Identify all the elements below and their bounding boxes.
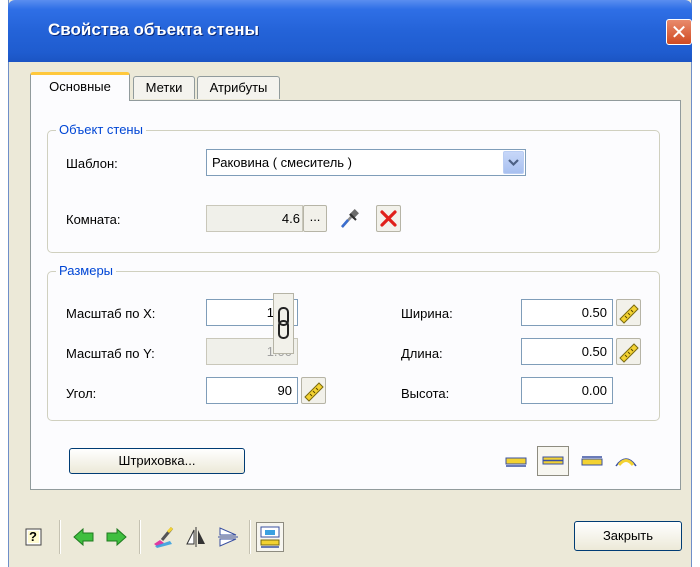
ruler-icon (619, 304, 639, 324)
eyedropper-icon (341, 209, 359, 228)
template-label: Шаблон: (66, 156, 118, 171)
mirror-horizontal-icon (186, 527, 205, 547)
help-glyph: ? (29, 529, 37, 544)
angle-value: 90 (277, 383, 292, 398)
scale-y-label: Масштаб по Y: (66, 346, 155, 361)
title-bar[interactable]: Свойства объекта стены ✕ (8, 0, 692, 62)
chevron-down-icon (508, 159, 519, 167)
room-browse-button[interactable]: ... (303, 205, 327, 232)
mirror-horizontal-button[interactable] (182, 522, 210, 552)
angle-field[interactable]: 90 (206, 377, 298, 404)
width-value: 0.50 (581, 305, 607, 320)
tab-panel: Объект стены Шаблон: Раковина ( смесител… (30, 100, 681, 490)
brush-icon (154, 526, 174, 548)
close-window-button[interactable]: ✕ (666, 19, 692, 45)
previous-button[interactable] (70, 522, 98, 552)
dropdown-button[interactable] (503, 151, 524, 174)
tab-attributes[interactable]: Атрибуты (197, 76, 280, 99)
tab-main[interactable]: Основные (30, 72, 130, 101)
close-icon: ✕ (670, 20, 688, 44)
height-label: Высота: (401, 386, 450, 401)
red-x-icon (380, 210, 397, 227)
template-select[interactable]: Раковина ( смеситель ) (206, 149, 526, 176)
mirror-vertical-icon (218, 527, 238, 547)
insert-object-button[interactable] (256, 522, 284, 552)
toolbar-separator (59, 520, 61, 554)
close-button[interactable]: Закрыть (574, 521, 682, 551)
dimensions-legend: Размеры (56, 263, 117, 278)
wall-object-legend: Объект стены (56, 122, 146, 137)
wall-align-bottom-icon (505, 457, 527, 467)
ruler-icon (304, 382, 324, 402)
help-button[interactable]: ? (20, 522, 48, 552)
paint-button[interactable] (150, 522, 178, 552)
pick-room-button[interactable] (337, 205, 362, 232)
measure-length-button[interactable] (616, 338, 641, 365)
angle-label: Угол: (66, 386, 97, 401)
wall-object-icon (260, 526, 280, 548)
room-value: 4.6 (281, 211, 300, 226)
next-button[interactable] (102, 522, 130, 552)
chain-link-icon (278, 307, 289, 339)
length-value: 0.50 (581, 344, 607, 359)
room-label: Комната: (66, 212, 121, 227)
arrow-left-icon (73, 527, 94, 547)
align-arc-button[interactable] (613, 448, 639, 474)
wall-align-center-icon (542, 456, 564, 465)
ruler-icon (619, 343, 639, 363)
align-center-button[interactable] (537, 446, 569, 476)
width-label: Ширина: (401, 306, 453, 321)
wall-arc-icon (615, 458, 637, 467)
tab-labels[interactable]: Метки (133, 76, 195, 99)
template-value: Раковина ( смеситель ) (212, 155, 352, 170)
toolbar-separator (249, 520, 251, 554)
align-bottom-button[interactable] (503, 448, 529, 474)
window-title: Свойства объекта стены (48, 20, 260, 39)
align-top-button[interactable] (579, 448, 605, 474)
clear-room-button[interactable] (376, 205, 401, 232)
length-label: Длина: (401, 346, 443, 361)
arrow-right-icon (106, 527, 127, 547)
height-value: 0.00 (581, 383, 607, 398)
toolbar-separator (139, 520, 141, 554)
room-field[interactable]: 4.6 (206, 205, 303, 232)
proportion-lock-button[interactable] (273, 293, 294, 354)
measure-width-button[interactable] (616, 299, 641, 326)
measure-angle-button[interactable] (301, 377, 326, 404)
scale-x-label: Масштаб по X: (66, 306, 156, 321)
width-field[interactable]: 0.50 (521, 299, 613, 326)
height-field[interactable]: 0.00 (521, 377, 613, 404)
wall-align-top-icon (581, 456, 603, 466)
mirror-vertical-button[interactable] (214, 522, 242, 552)
hatch-button[interactable]: Штриховка... (69, 448, 245, 474)
length-field[interactable]: 0.50 (521, 338, 613, 365)
